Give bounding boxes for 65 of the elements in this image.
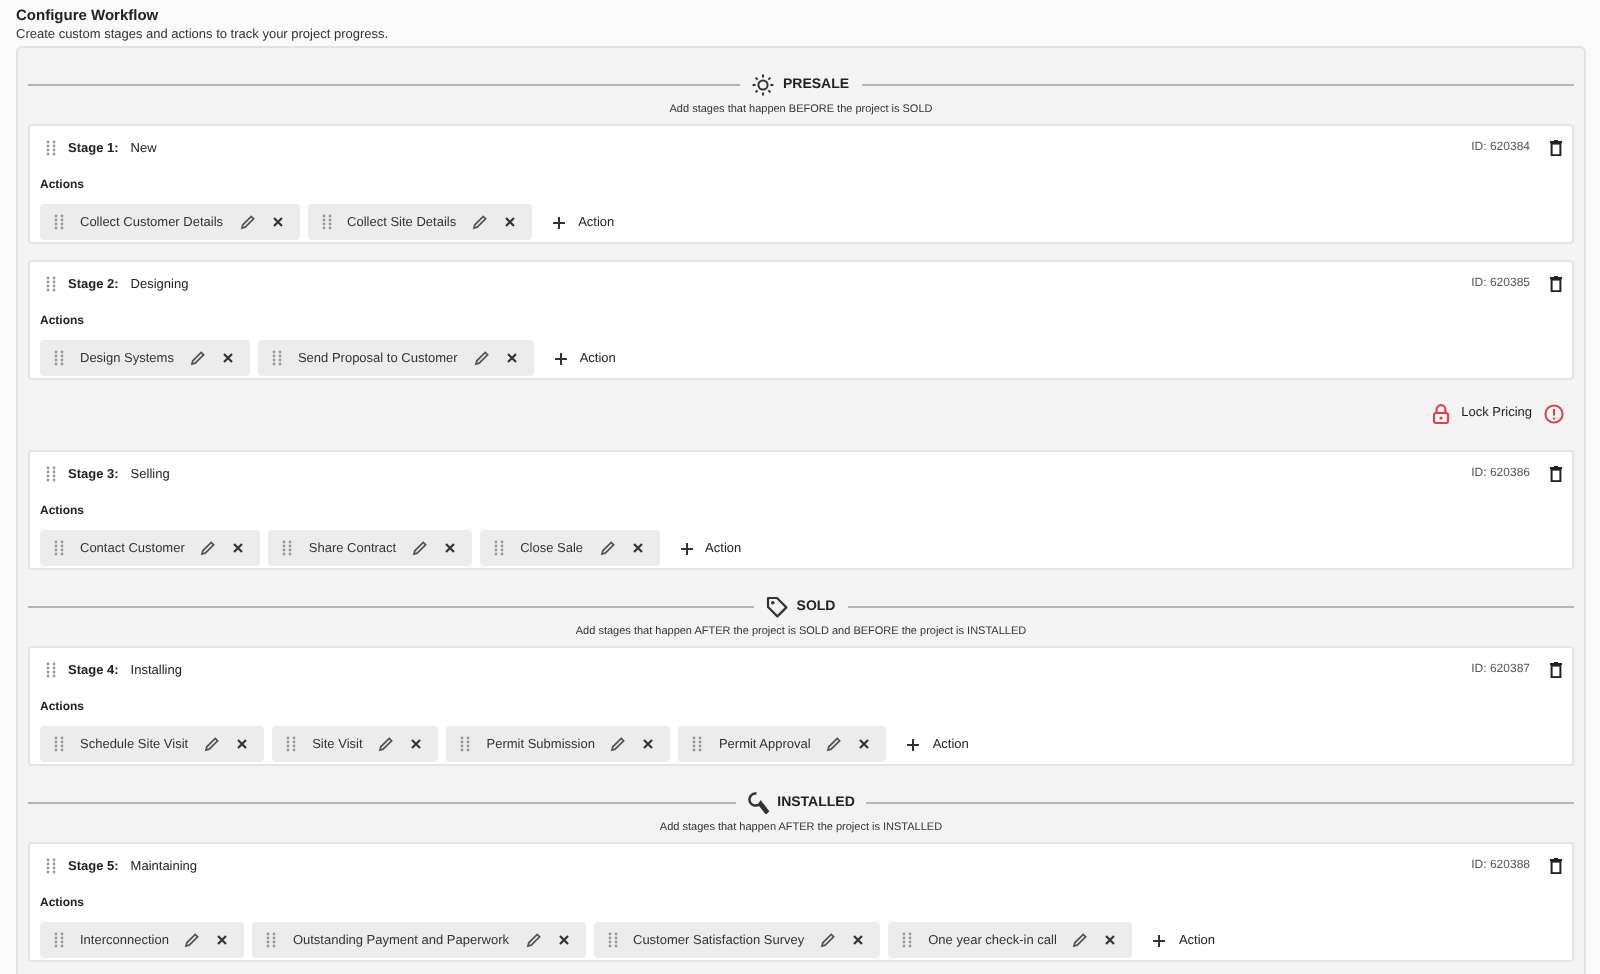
- pencil-icon[interactable]: [826, 736, 843, 752]
- drag-handle-icon[interactable]: [54, 736, 64, 752]
- drag-handle-icon[interactable]: [460, 736, 471, 752]
- trash-icon[interactable]: [1550, 466, 1562, 482]
- drag-handle-icon[interactable]: [54, 540, 64, 556]
- plus-icon: [1152, 933, 1167, 947]
- drag-handle-icon[interactable]: [321, 214, 332, 230]
- close-icon[interactable]: [410, 738, 423, 750]
- pencil-icon[interactable]: [189, 350, 206, 366]
- sun-icon: [752, 73, 775, 95]
- pencil-icon[interactable]: [378, 736, 395, 752]
- plus-icon: [553, 351, 568, 365]
- close-icon[interactable]: [631, 542, 644, 554]
- close-icon[interactable]: [852, 934, 865, 946]
- plus-icon: [679, 541, 694, 555]
- drag-handle-icon[interactable]: [271, 350, 282, 366]
- pencil-icon[interactable]: [525, 932, 541, 948]
- pencil-icon[interactable]: [820, 932, 837, 948]
- pencil-icon[interactable]: [1072, 932, 1089, 948]
- trash-icon[interactable]: [1550, 662, 1562, 678]
- drag-handle-icon[interactable]: [46, 140, 56, 156]
- pencil-icon[interactable]: [200, 540, 217, 556]
- close-icon[interactable]: [221, 352, 234, 364]
- drag-handle-icon[interactable]: [902, 932, 913, 948]
- plus-icon: [906, 737, 921, 751]
- pencil-icon[interactable]: [412, 540, 429, 556]
- pencil-icon[interactable]: [472, 214, 489, 230]
- drag-handle-icon[interactable]: [54, 932, 64, 948]
- pencil-icon[interactable]: [610, 736, 627, 752]
- pencil-icon[interactable]: [599, 540, 616, 556]
- drag-handle-icon[interactable]: [282, 540, 293, 556]
- close-icon[interactable]: [232, 542, 245, 554]
- plus-icon: [552, 215, 567, 229]
- trash-icon[interactable]: [1550, 858, 1562, 874]
- drag-handle-icon[interactable]: [46, 858, 56, 874]
- close-icon[interactable]: [642, 738, 655, 750]
- drag-handle-icon[interactable]: [46, 466, 56, 482]
- close-icon[interactable]: [216, 934, 229, 946]
- drag-handle-icon[interactable]: [266, 932, 277, 948]
- drag-handle-icon[interactable]: [494, 540, 505, 556]
- drag-handle-icon[interactable]: [692, 736, 703, 752]
- close-icon[interactable]: [557, 934, 569, 946]
- trash-icon[interactable]: [1550, 276, 1562, 292]
- tag-icon: [766, 595, 789, 617]
- info-icon[interactable]: [1544, 403, 1564, 423]
- close-icon[interactable]: [236, 738, 249, 750]
- lock-icon[interactable]: [1431, 403, 1450, 423]
- pencil-icon[interactable]: [204, 736, 221, 752]
- close-icon[interactable]: [444, 542, 457, 554]
- pencil-icon[interactable]: [184, 932, 201, 948]
- close-icon[interactable]: [858, 738, 871, 750]
- close-icon[interactable]: [505, 352, 518, 364]
- pencil-icon[interactable]: [239, 214, 256, 230]
- drag-handle-icon[interactable]: [286, 736, 297, 752]
- drag-handle-icon[interactable]: [607, 932, 617, 948]
- close-icon[interactable]: [271, 216, 284, 228]
- drag-handle-icon[interactable]: [54, 350, 64, 366]
- drag-handle-icon[interactable]: [54, 214, 64, 230]
- close-icon[interactable]: [1104, 934, 1117, 946]
- pencil-icon[interactable]: [473, 350, 490, 366]
- drag-handle-icon[interactable]: [46, 662, 56, 678]
- drag-handle-icon[interactable]: [46, 276, 56, 292]
- wrench-icon: [747, 791, 770, 813]
- trash-icon[interactable]: [1550, 140, 1562, 156]
- close-icon[interactable]: [504, 216, 517, 228]
